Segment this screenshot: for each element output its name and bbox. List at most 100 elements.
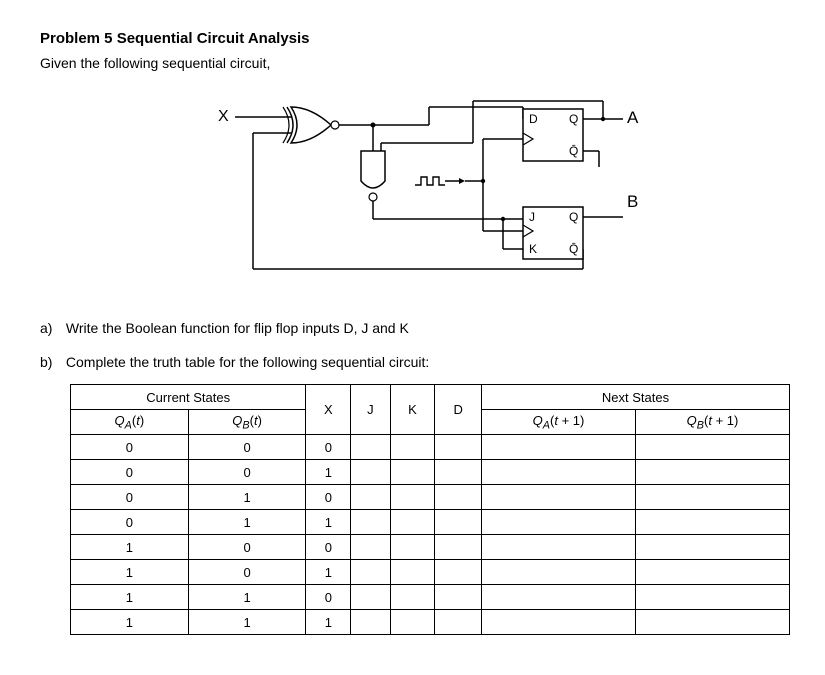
table-cell xyxy=(351,460,390,485)
truth-table-body: 000001010011100101110111 xyxy=(71,435,790,635)
table-cell: 0 xyxy=(188,435,306,460)
table-cell: 0 xyxy=(71,460,189,485)
question-b: b) Complete the truth table for the foll… xyxy=(40,354,785,370)
table-cell xyxy=(390,560,435,585)
th-qa-t: QA(t) xyxy=(71,410,189,435)
th-qb-t: QB(t) xyxy=(188,410,306,435)
table-cell: 1 xyxy=(188,610,306,635)
table-cell xyxy=(482,435,636,460)
table-cell xyxy=(351,485,390,510)
table-cell xyxy=(482,610,636,635)
problem-title: Problem 5 Sequential Circuit Analysis xyxy=(40,30,785,47)
table-cell xyxy=(351,610,390,635)
svg-text:Q: Q xyxy=(569,112,578,126)
table-cell xyxy=(390,535,435,560)
th-k: K xyxy=(390,385,435,435)
table-cell xyxy=(390,460,435,485)
qa-text: Write the Boolean function for flip flop… xyxy=(66,320,409,336)
th-current-states: Current States xyxy=(71,385,306,410)
svg-text:Q̄: Q̄ xyxy=(569,144,578,158)
table-row: 101 xyxy=(71,560,790,585)
table-cell xyxy=(482,585,636,610)
svg-text:Q: Q xyxy=(569,210,578,224)
th-qa-t1: QA(t + 1) xyxy=(482,410,636,435)
table-cell: 0 xyxy=(306,585,351,610)
table-row: 110 xyxy=(71,585,790,610)
table-cell xyxy=(390,435,435,460)
table-cell: 0 xyxy=(71,435,189,460)
table-cell xyxy=(635,535,789,560)
th-j: J xyxy=(351,385,390,435)
table-cell xyxy=(435,510,482,535)
table-cell: 1 xyxy=(306,610,351,635)
table-cell xyxy=(351,585,390,610)
table-cell xyxy=(435,560,482,585)
qb-letter: b) xyxy=(40,354,62,370)
table-cell xyxy=(435,585,482,610)
table-cell xyxy=(635,585,789,610)
table-cell: 0 xyxy=(306,485,351,510)
svg-text:Q̄: Q̄ xyxy=(569,242,578,256)
table-row: 001 xyxy=(71,460,790,485)
table-cell xyxy=(635,560,789,585)
table-cell: 1 xyxy=(71,585,189,610)
table-cell xyxy=(390,485,435,510)
table-cell xyxy=(435,535,482,560)
table-cell xyxy=(635,510,789,535)
table-cell: 0 xyxy=(188,535,306,560)
question-a: a) Write the Boolean function for flip f… xyxy=(40,320,785,336)
th-next-states: Next States xyxy=(482,385,790,410)
table-cell: 1 xyxy=(71,535,189,560)
table-cell xyxy=(435,435,482,460)
table-cell xyxy=(635,435,789,460)
table-cell xyxy=(351,535,390,560)
problem-given: Given the following sequential circuit, xyxy=(40,55,785,71)
table-cell xyxy=(482,460,636,485)
table-cell xyxy=(351,560,390,585)
table-cell xyxy=(351,510,390,535)
table-cell xyxy=(482,485,636,510)
svg-text:K: K xyxy=(529,242,537,256)
table-cell xyxy=(482,535,636,560)
table-cell: 0 xyxy=(306,535,351,560)
table-cell: 1 xyxy=(188,510,306,535)
th-d: D xyxy=(435,385,482,435)
svg-text:B: B xyxy=(627,192,638,211)
table-cell xyxy=(435,460,482,485)
table-cell: 0 xyxy=(306,435,351,460)
table-cell: 1 xyxy=(306,560,351,585)
table-cell xyxy=(635,460,789,485)
table-cell xyxy=(390,610,435,635)
table-cell xyxy=(635,610,789,635)
table-cell: 1 xyxy=(306,460,351,485)
table-cell xyxy=(482,560,636,585)
svg-text:J: J xyxy=(529,210,535,224)
table-row: 100 xyxy=(71,535,790,560)
table-cell: 0 xyxy=(71,510,189,535)
svg-text:A: A xyxy=(627,108,639,127)
table-row: 111 xyxy=(71,610,790,635)
table-cell: 0 xyxy=(188,460,306,485)
circuit-diagram: X xyxy=(40,89,785,292)
table-row: 011 xyxy=(71,510,790,535)
table-cell xyxy=(635,485,789,510)
table-cell: 1 xyxy=(306,510,351,535)
table-cell: 1 xyxy=(71,560,189,585)
qa-letter: a) xyxy=(40,320,62,336)
table-cell: 1 xyxy=(188,485,306,510)
table-row: 010 xyxy=(71,485,790,510)
table-cell xyxy=(390,510,435,535)
table-cell: 0 xyxy=(71,485,189,510)
th-x: X xyxy=(306,385,351,435)
table-cell: 1 xyxy=(188,585,306,610)
truth-table: Current States X J K D Next States QA(t)… xyxy=(70,384,790,635)
table-cell: 1 xyxy=(71,610,189,635)
table-cell xyxy=(435,610,482,635)
th-qb-t1: QB(t + 1) xyxy=(635,410,789,435)
svg-text:D: D xyxy=(529,112,538,126)
table-cell: 0 xyxy=(188,560,306,585)
table-cell xyxy=(351,435,390,460)
qb-text: Complete the truth table for the followi… xyxy=(66,354,429,370)
label-x: X xyxy=(218,108,229,125)
table-row: 000 xyxy=(71,435,790,460)
